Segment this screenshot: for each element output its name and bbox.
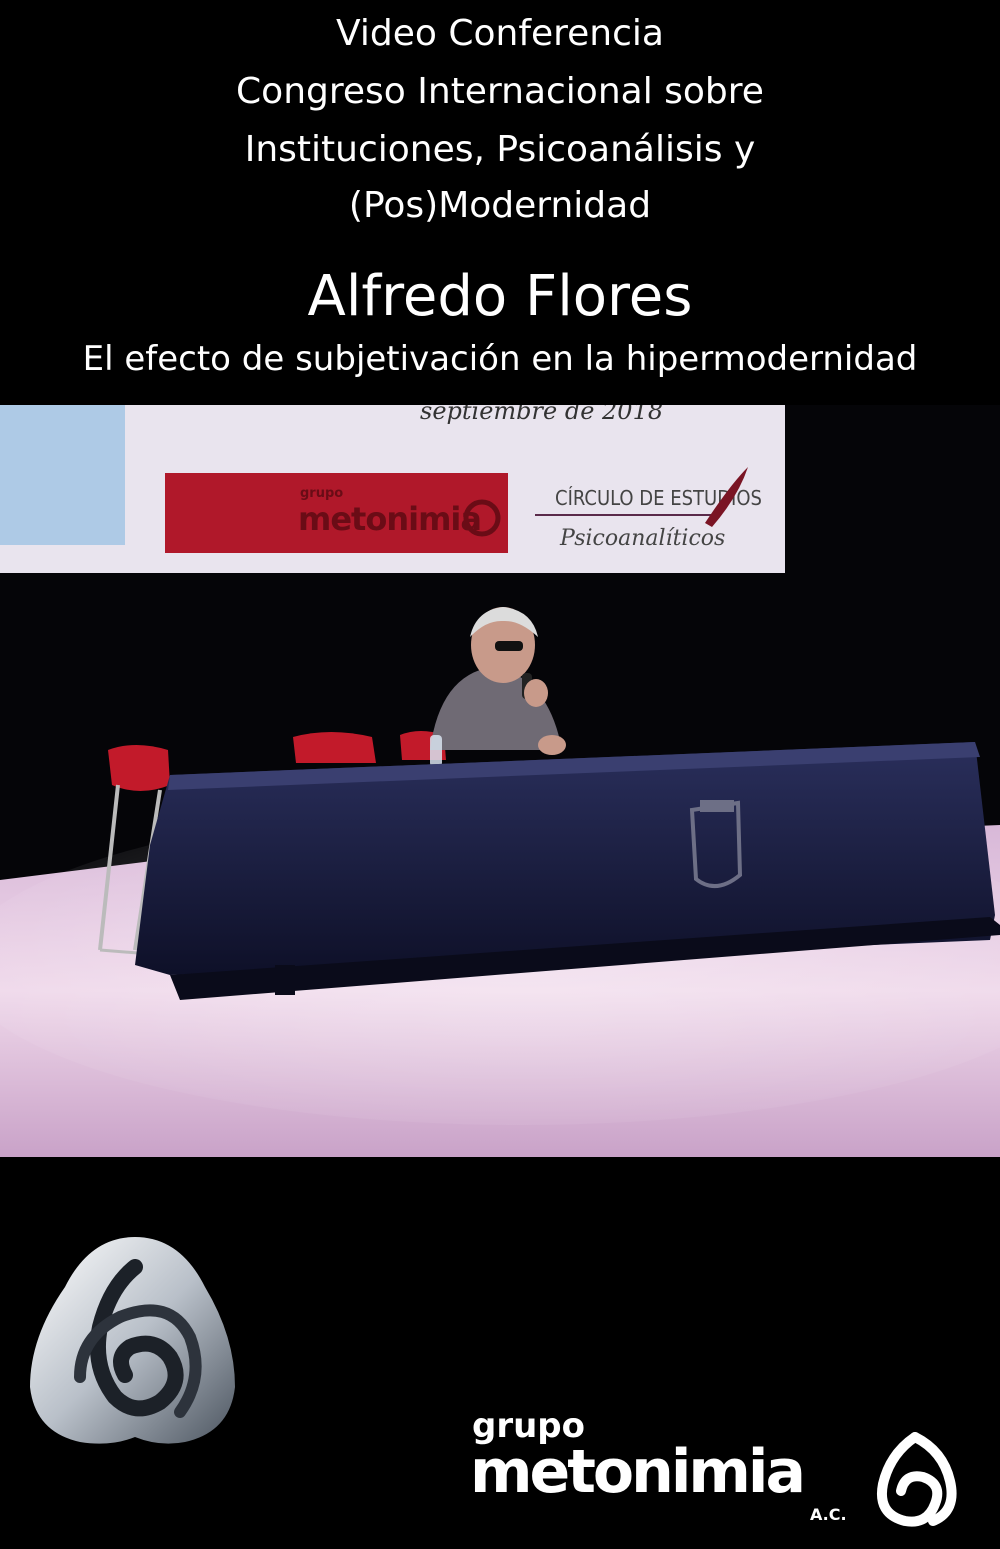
metonimia-knot-logo-icon <box>30 1237 235 1444</box>
event-type: Video Conferencia <box>336 13 664 54</box>
banner-psicoanaliticos-text: Psicoanalíticos <box>559 526 725 551</box>
banner-date: septiembre de 2018 <box>420 405 663 425</box>
event-title-line-2: Instituciones, Psicoanálisis y <box>244 129 756 170</box>
stage-banner: septiembre de 2018 grupo metonimia CÍRCU… <box>0 405 785 573</box>
event-title-line-1: Congreso Internacional sobre <box>236 71 764 112</box>
brand-knot-icon <box>877 1432 957 1527</box>
speaker-name: Alfredo Flores <box>307 264 693 329</box>
brand-metonimia: metonimia <box>470 1437 806 1507</box>
talk-title: El efecto de subjetivación en la hipermo… <box>82 339 918 379</box>
conference-photo: septiembre de 2018 grupo metonimia CÍRCU… <box>0 405 1000 1157</box>
footer: grupo metonimia A.C. <box>0 1157 1000 1549</box>
header: Video Conferencia Congreso Internacional… <box>0 0 1000 405</box>
water-bottle <box>430 735 442 767</box>
stage-scene: septiembre de 2018 grupo metonimia CÍRCU… <box>0 405 1000 1157</box>
banner-grupo-text: grupo <box>300 486 343 501</box>
banner-metonimia-text: metonimia <box>298 500 481 538</box>
chair-middle <box>293 732 376 763</box>
event-title-line-3: (Pos)Modernidad <box>348 185 652 226</box>
metonimia-wordmark: grupo metonimia A.C. <box>470 1407 980 1537</box>
brand-ac: A.C. <box>810 1505 847 1524</box>
